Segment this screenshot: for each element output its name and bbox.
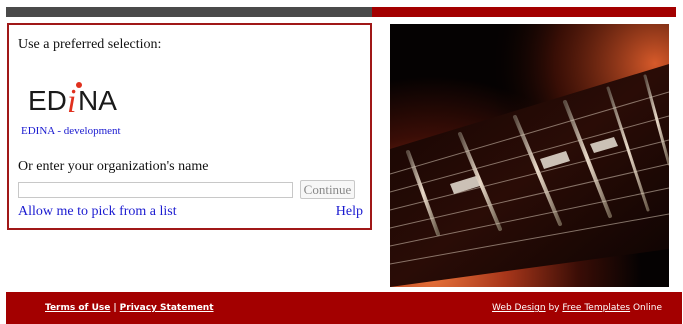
pick-from-list-link[interactable]: Allow me to pick from a list (18, 204, 177, 220)
header-bar-red (372, 7, 676, 17)
edina-development-link[interactable]: EDINA - development (21, 125, 121, 137)
footer: Terms of Use | Privacy Statement Web Desig… (6, 292, 682, 324)
header-bar-dark (6, 7, 372, 17)
footer-by-text: by (545, 303, 563, 313)
edina-logo[interactable]: ED i NA (26, 79, 126, 115)
continue-button[interactable]: Continue (300, 180, 355, 199)
svg-text:i: i (67, 83, 76, 115)
organization-name-label: Or enter your organization's name (18, 159, 209, 174)
organization-name-input[interactable] (18, 182, 293, 198)
terms-of-use-link[interactable]: Terms of Use (45, 303, 110, 313)
guitar-neck-photo (390, 24, 669, 287)
svg-text:NA: NA (78, 85, 117, 115)
help-link[interactable]: Help (336, 204, 363, 220)
footer-legal-links: Terms of Use | Privacy Statement (45, 303, 214, 313)
footer-credits: Web Design by Free Templates Online (492, 303, 662, 313)
svg-text:ED: ED (28, 85, 67, 115)
preferred-selection-prompt: Use a preferred selection: (18, 37, 162, 52)
footer-separator: | (113, 303, 117, 313)
privacy-statement-link[interactable]: Privacy Statement (120, 303, 214, 313)
web-design-link[interactable]: Web Design (492, 303, 546, 313)
footer-online-text: Online (630, 303, 662, 313)
organization-selection-box: Use a preferred selection: ED i NA EDINA… (7, 23, 372, 230)
free-templates-link[interactable]: Free Templates (562, 303, 630, 313)
